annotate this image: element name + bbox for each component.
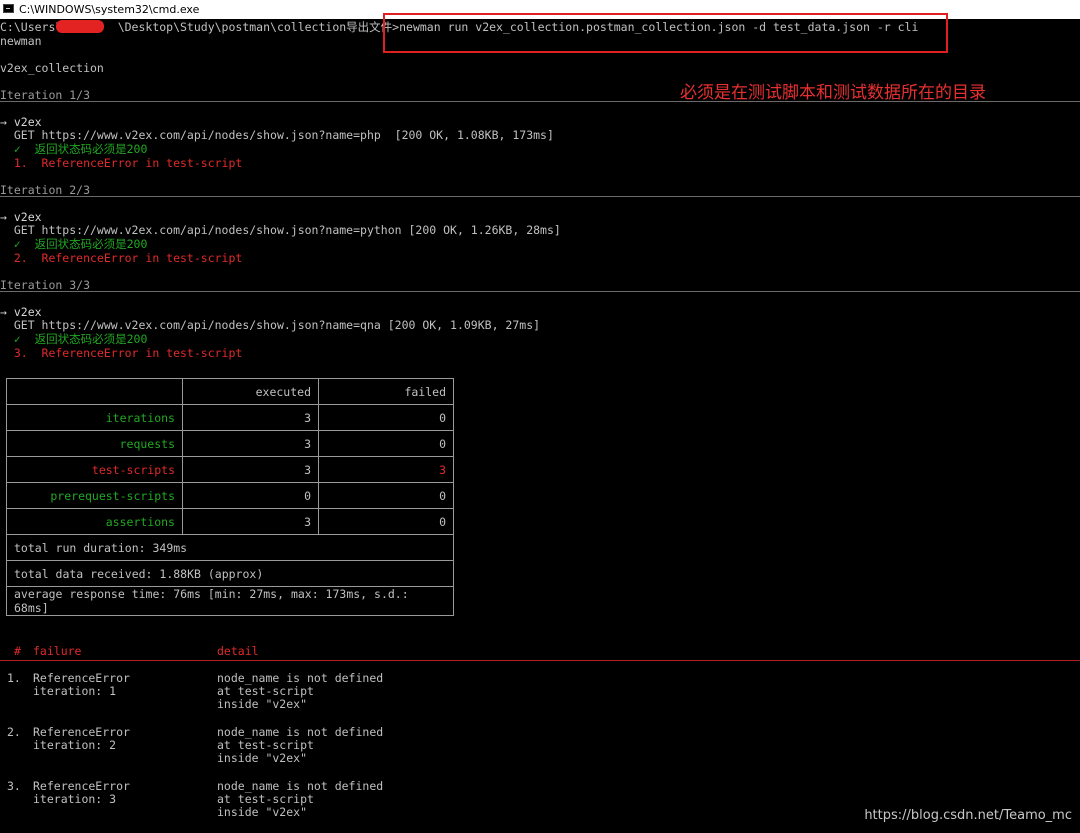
cmd-icon [3,4,14,13]
summary-executed: 3 [182,456,319,483]
failure-detail: inside "v2ex" [217,751,308,765]
test-pass-line: ✓ 返回状态码必须是200 [0,237,148,251]
summary-row: test-scripts 3 3 [6,456,454,483]
redaction-mark [56,20,104,33]
summary-header-failed: failed [318,378,454,405]
summary-failed: 0 [318,482,454,509]
failure-detail: inside "v2ex" [217,805,308,819]
failure-num: 2. [7,725,21,739]
failure-iteration: iteration: 1 [33,684,117,698]
total-run-duration: total run duration: 349ms [6,534,454,561]
failure-detail: inside "v2ex" [217,697,308,711]
summary-label: assertions [6,508,183,535]
summary-row: iterations 3 0 [6,404,454,431]
summary-duration-row: total run duration: 349ms [6,534,454,561]
failures-header [0,644,1080,661]
failure-iteration: iteration: 3 [33,792,117,806]
request-line: GET https://www.v2ex.com/api/nodes/show.… [0,318,541,332]
summary-executed: 3 [182,508,319,535]
divider [0,291,1080,292]
test-fail-line: 2. ReferenceError in test-script [0,251,243,265]
total-data-received: total data received: 1.88KB (approx) [6,560,454,587]
command-highlight-box [383,13,948,53]
request-line: GET https://www.v2ex.com/api/nodes/show.… [0,223,561,237]
test-pass-line: ✓ 返回状态码必须是200 [0,332,148,346]
summary-header-row: executed failed [6,378,454,405]
summary-row: assertions 3 0 [6,508,454,535]
request-line: GET https://www.v2ex.com/api/nodes/show.… [0,128,554,142]
watermark: https://blog.csdn.net/Teamo_mc [864,808,1072,823]
summary-label: iterations [6,404,183,431]
summary-failed: 0 [318,430,454,457]
summary-table: executed failed iterations 3 0 requests … [6,378,454,616]
summary-row: requests 3 0 [6,430,454,457]
failures-col-num: # [14,644,21,658]
test-pass-line: ✓ 返回状态码必须是200 [0,142,148,156]
summary-row: prerequest-scripts 0 0 [6,482,454,509]
tool-name: newman [0,34,42,48]
summary-label: requests [6,430,183,457]
summary-executed: 3 [182,404,319,431]
failures-col-detail: detail [217,644,259,658]
summary-response-row: average response time: 76ms [min: 27ms, … [6,586,454,616]
failure-num: 3. [7,779,21,793]
average-response-time: average response time: 76ms [min: 27ms, … [6,586,454,616]
summary-failed: 0 [318,508,454,535]
summary-executed: 0 [182,482,319,509]
test-fail-line: 3. ReferenceError in test-script [0,346,243,360]
annotation-note: 必须是在测试脚本和测试数据所在的目录 [680,83,986,103]
failure-iteration: iteration: 2 [33,738,117,752]
failures-col-failure: failure [33,644,82,658]
summary-label: test-scripts [6,456,183,483]
summary-executed: 3 [182,430,319,457]
summary-data-row: total data received: 1.88KB (approx) [6,560,454,587]
collection-name: v2ex_collection [0,61,104,75]
divider [0,196,1080,197]
summary-header-executed: executed [182,378,319,405]
summary-header-blank [6,378,183,405]
test-fail-line: 1. ReferenceError in test-script [0,156,243,170]
summary-failed: 3 [318,456,454,483]
summary-failed: 0 [318,404,454,431]
failure-num: 1. [7,671,21,685]
window-title: C:\WINDOWS\system32\cmd.exe [19,3,200,16]
summary-label: prerequest-scripts [6,482,183,509]
